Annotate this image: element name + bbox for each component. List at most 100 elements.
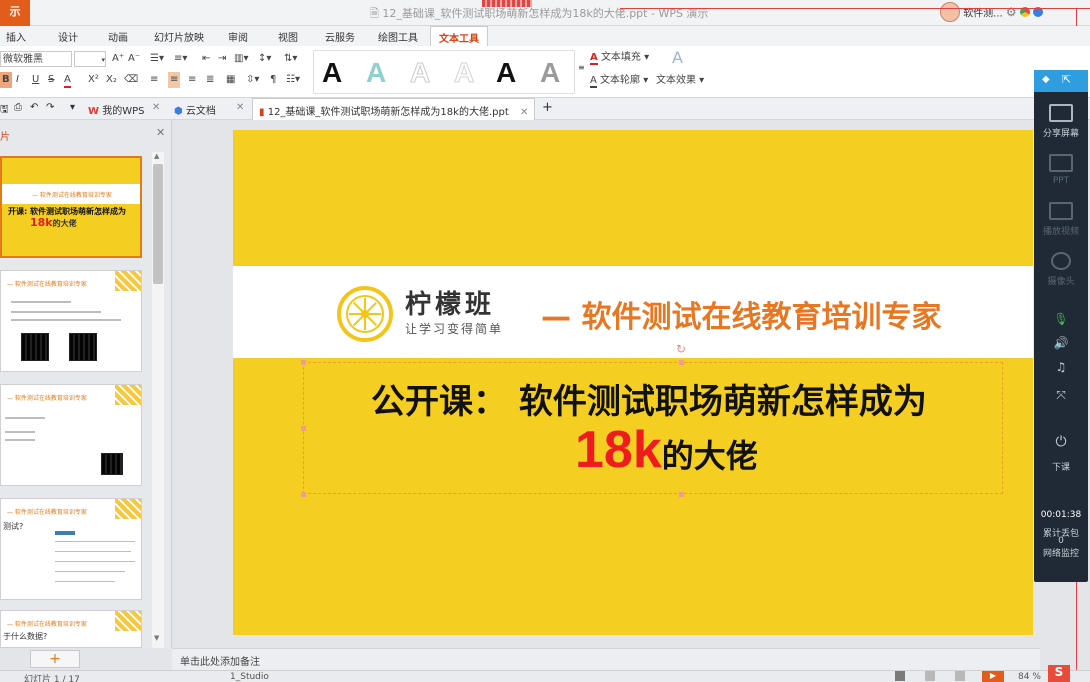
new-tab-icon[interactable]: + <box>542 100 553 115</box>
slide-thumbnail-4[interactable]: — 软件测试在线教育培训专家 测试? <box>0 498 142 600</box>
style-teal[interactable]: A <box>366 55 386 91</box>
text-effect-icon[interactable]: A <box>672 50 683 66</box>
save-icon[interactable]: 🖫 <box>0 102 9 119</box>
distribute-icon[interactable]: ▦ <box>226 72 235 88</box>
more-format-icon[interactable]: ☷▾ <box>286 72 300 88</box>
paragraph-icon[interactable]: ¶ <box>270 72 276 88</box>
style-outline-white[interactable]: A <box>453 55 474 91</box>
user-area[interactable]: 软件测... ⚙ <box>940 2 1090 24</box>
text-outline-button[interactable]: A 文本轮廓 ▾ <box>590 73 648 89</box>
slide-thumbnail-2[interactable]: — 软件测试在线教育培训专家 <box>0 270 142 372</box>
microphone-icon[interactable]: 🎙 <box>1034 312 1088 326</box>
style-outline-light[interactable]: A <box>409 55 430 91</box>
speaker-icon[interactable]: 🔊 <box>1034 336 1088 350</box>
tab-animation[interactable]: 动画 <box>108 29 128 44</box>
resize-handle[interactable] <box>679 492 684 497</box>
align-left-icon[interactable]: ≡ <box>150 72 158 88</box>
app-menu-button[interactable]: 示 <box>0 0 30 26</box>
user-name[interactable]: 软件测... <box>963 9 1003 20</box>
play-slideshow-icon[interactable]: ▶ <box>982 671 1004 682</box>
slide-title-line2[interactable]: 18k的大佬 <box>575 420 758 480</box>
increase-font-icon[interactable]: A⁺ <box>112 51 124 67</box>
play-video-label[interactable]: 播放视频 <box>1034 224 1088 237</box>
strikethrough-icon[interactable]: S <box>48 72 54 88</box>
scroll-up-icon[interactable]: ▲ <box>154 152 159 160</box>
scrollbar-thumb[interactable] <box>153 164 163 284</box>
indent-increase-icon[interactable]: ⇥ <box>218 51 226 67</box>
gallery-more-icon[interactable]: ≡ <box>578 60 585 76</box>
play-video-icon[interactable] <box>1049 202 1073 220</box>
vertical-align-icon[interactable]: ⇳▾ <box>246 72 259 88</box>
diamond-icon[interactable]: ◆ <box>1042 74 1050 85</box>
subscript-icon[interactable]: X₂ <box>106 72 117 88</box>
share-screen-icon[interactable] <box>1049 104 1073 122</box>
slide-thumbnail-5[interactable]: — 软件测试在线教育培训专家 于什么数据? <box>0 610 142 648</box>
close-icon[interactable]: ✕ <box>156 126 165 139</box>
resize-handle[interactable] <box>301 426 306 431</box>
current-slide[interactable]: 柠檬班 让学习变得简单 — 软件测试在线教育培训专家 ↻ 公开课： 软件测试职场… <box>233 130 1033 635</box>
style-black-bold[interactable]: A <box>496 55 516 91</box>
camera-icon[interactable] <box>1051 252 1071 270</box>
ppt-label[interactable]: PPT <box>1034 176 1088 186</box>
end-class-icon[interactable]: ⏻ <box>1034 434 1088 450</box>
style-black[interactable]: A <box>322 55 342 91</box>
slide-thumbnail-3[interactable]: — 软件测试在线教育培训专家 <box>0 384 142 486</box>
resize-handle[interactable] <box>301 492 306 497</box>
style-gray[interactable]: A <box>540 55 560 91</box>
font-size-select[interactable]: ▾ <box>74 51 106 67</box>
print-icon[interactable]: ⎙ <box>14 102 22 113</box>
indent-decrease-icon[interactable]: ⇤ <box>202 51 210 67</box>
numbered-list-icon[interactable]: ≡▾ <box>174 51 187 67</box>
cloud-docs-tab[interactable]: ⬢ 云文档 <box>174 102 216 117</box>
tab-close-icon[interactable]: ✕ <box>152 102 160 113</box>
tab-insert[interactable]: 插入 <box>6 29 26 44</box>
align-center-icon[interactable]: ≡ <box>168 72 181 88</box>
reading-view-icon[interactable] <box>955 671 965 681</box>
clear-format-icon[interactable]: ⌫ <box>124 72 138 88</box>
end-class-label[interactable]: 下课 <box>1034 460 1088 473</box>
undo-icon[interactable]: ↶ <box>30 102 38 113</box>
resize-handle[interactable] <box>301 360 306 365</box>
bullet-list-icon[interactable]: ☰▾ <box>150 51 164 67</box>
resize-handle[interactable] <box>679 360 684 365</box>
camera-label[interactable]: 摄像头 <box>1034 274 1088 287</box>
text-effect-button[interactable]: 文本效果 ▾ <box>656 73 704 89</box>
tab-view[interactable]: 视图 <box>278 29 298 44</box>
scroll-down-icon[interactable]: ▼ <box>154 634 159 642</box>
sorter-view-icon[interactable] <box>925 671 935 681</box>
tab-review[interactable]: 审阅 <box>228 29 248 44</box>
tab-close-icon[interactable]: ✕ <box>520 107 528 118</box>
notes-pane[interactable]: 单击此处添加备注 <box>172 648 1040 670</box>
text-fill-button[interactable]: A 文本填充 ▾ <box>590 50 649 66</box>
redo-icon[interactable]: ↷ <box>46 102 54 113</box>
customize-icon[interactable]: ▾ <box>70 102 75 113</box>
columns-icon[interactable]: ▥▾ <box>234 51 248 67</box>
avatar[interactable] <box>940 2 960 22</box>
network-monitor-label[interactable]: 网络监控 <box>1034 546 1088 559</box>
underline-icon[interactable]: U <box>32 72 39 88</box>
justify-icon[interactable]: ≣ <box>206 72 214 88</box>
normal-view-icon[interactable] <box>895 671 905 681</box>
font-name-select[interactable]: 微软雅黑 <box>0 51 72 67</box>
slide-thumbnail-1[interactable]: — 软件测试在线教育培训专家 开课: 软件测试职场萌新怎样成为 18k的大佬 <box>0 156 142 258</box>
tab-design[interactable]: 设计 <box>58 29 78 44</box>
tab-text-tools[interactable]: 文本工具 <box>430 26 488 46</box>
tab-close-icon[interactable]: ✕ <box>236 102 244 113</box>
ppt-icon[interactable] <box>1049 154 1073 172</box>
tab-drawing-tools[interactable]: 绘图工具 <box>378 29 418 44</box>
line-spacing-icon[interactable]: ↕▾ <box>258 51 271 67</box>
share-link-icon[interactable]: ⇱ <box>1062 73 1071 86</box>
wps-s-icon[interactable]: S <box>1048 665 1070 682</box>
italic-icon[interactable]: I <box>16 72 19 88</box>
zoom-level[interactable]: 84 % <box>1018 672 1041 682</box>
slide-title-line1[interactable]: 公开课： 软件测试职场萌新怎样成为 <box>371 374 927 423</box>
decrease-font-icon[interactable]: A⁻ <box>128 51 140 67</box>
add-slide-button[interactable]: + <box>30 650 80 668</box>
music-icon[interactable]: ♫ <box>1034 360 1088 374</box>
tab-cloud[interactable]: 云服务 <box>325 29 355 44</box>
tab-slideshow[interactable]: 幻灯片放映 <box>154 29 204 44</box>
text-direction-icon[interactable]: ⇅▾ <box>284 51 297 67</box>
font-color-icon[interactable]: A <box>64 72 71 88</box>
my-wps-tab[interactable]: W 我的WPS <box>88 102 144 117</box>
superscript-icon[interactable]: X² <box>88 72 99 88</box>
